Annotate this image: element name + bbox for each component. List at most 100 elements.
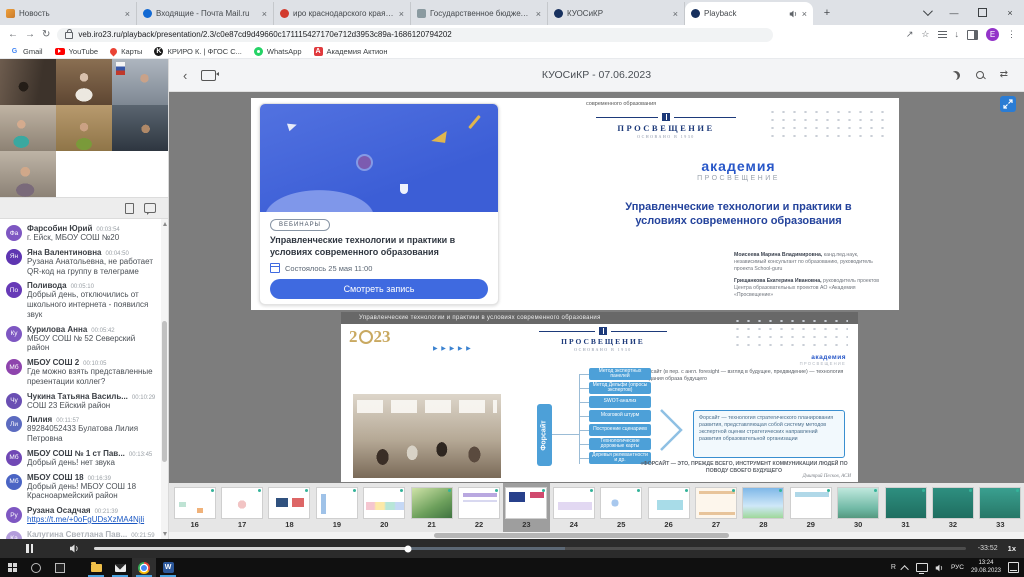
reading-list-icon[interactable] xyxy=(938,31,947,33)
scroll-down-icon[interactable] xyxy=(163,532,167,536)
browser-tab[interactable]: Государственное бюджетное о × xyxy=(411,2,548,25)
bookmark-gmail[interactable]: GGmail xyxy=(10,47,43,56)
chat-icon[interactable] xyxy=(144,203,156,213)
slide-thumbnail[interactable] xyxy=(221,487,263,519)
swap-layout-icon[interactable]: ⇄ xyxy=(1000,70,1008,80)
webcam-toggle-icon[interactable] xyxy=(201,70,216,81)
tray-expand-icon[interactable] xyxy=(900,565,908,573)
slide-thumbnail[interactable] xyxy=(837,487,879,519)
chat-scrollbar[interactable] xyxy=(161,219,168,539)
network-icon[interactable] xyxy=(916,563,928,572)
filmstrip-slot[interactable]: 33 xyxy=(977,483,1024,539)
seek-handle[interactable] xyxy=(404,545,411,552)
tray-volume-icon[interactable] xyxy=(935,564,944,572)
browser-tab-active[interactable]: Playback × xyxy=(685,2,813,25)
participant-video[interactable] xyxy=(56,59,112,105)
filmstrip-slot[interactable]: 24 xyxy=(550,483,597,539)
browser-tab[interactable]: Входящие - Почта Mail.ru × xyxy=(137,2,274,25)
participant-video[interactable] xyxy=(56,105,112,151)
filmstrip-scrollbar[interactable] xyxy=(169,532,1024,539)
tab-close-icon[interactable]: × xyxy=(802,9,807,19)
tab-close-icon[interactable]: × xyxy=(125,9,130,19)
slide-thumbnail[interactable] xyxy=(600,487,642,519)
participant-video[interactable] xyxy=(112,105,168,151)
slide-thumbnail[interactable] xyxy=(885,487,927,519)
cortana-button[interactable] xyxy=(24,558,48,577)
slide-thumbnail[interactable] xyxy=(174,487,216,519)
filmstrip-slot[interactable]: 22 xyxy=(455,483,502,539)
filmstrip-slot[interactable]: 21 xyxy=(408,483,455,539)
tab-close-icon[interactable]: × xyxy=(262,9,267,19)
filmstrip-slot[interactable]: 16 xyxy=(171,483,218,539)
filmstrip-slot[interactable]: 28 xyxy=(740,483,787,539)
slide-thumbnail[interactable] xyxy=(979,487,1021,519)
mail-app-button[interactable] xyxy=(108,558,132,577)
participant-video[interactable] xyxy=(0,105,56,151)
volume-icon[interactable] xyxy=(69,544,80,553)
back-chevron-icon[interactable]: ‹ xyxy=(183,69,187,82)
slide-thumbnail[interactable] xyxy=(316,487,358,519)
seek-bar[interactable] xyxy=(94,547,966,550)
pause-button[interactable] xyxy=(26,544,33,553)
file-explorer-button[interactable] xyxy=(84,558,108,577)
forward-icon[interactable]: → xyxy=(25,30,35,40)
filmstrip-slot[interactable]: 27 xyxy=(692,483,739,539)
address-bar[interactable]: veb.iro23.ru/playback/presentation/2.3/c… xyxy=(57,28,773,42)
slide-thumbnail[interactable] xyxy=(790,487,832,519)
tab-close-icon[interactable]: × xyxy=(399,9,404,19)
slide-thumbnail[interactable] xyxy=(695,487,737,519)
word-button[interactable]: W xyxy=(156,558,180,577)
filmstrip-slot[interactable]: 26 xyxy=(645,483,692,539)
bookmark-maps[interactable]: Карты xyxy=(110,47,142,56)
action-center-icon[interactable] xyxy=(1008,562,1019,573)
tab-close-icon[interactable]: × xyxy=(536,9,541,19)
chrome-button[interactable] xyxy=(132,558,156,577)
clock[interactable]: 13:2429.08.2023 xyxy=(971,560,1001,576)
tab-audio-icon[interactable] xyxy=(789,10,798,18)
minimize-button[interactable]: — xyxy=(940,0,968,25)
new-tab-button[interactable]: + xyxy=(817,3,837,23)
participant-video[interactable] xyxy=(0,59,56,105)
download-icon[interactable]: ↓ xyxy=(955,30,960,39)
restore-button[interactable] xyxy=(968,0,996,25)
participant-video[interactable] xyxy=(112,59,168,105)
bookmark-whatsapp[interactable]: WhatsApp xyxy=(254,47,302,56)
start-button[interactable] xyxy=(0,558,24,577)
filmstrip-slot-selected[interactable]: 23 xyxy=(503,483,550,539)
back-icon[interactable]: ← xyxy=(8,30,18,40)
search-icon[interactable] xyxy=(976,71,984,79)
notes-icon[interactable] xyxy=(125,203,134,214)
slide-thumbnail[interactable] xyxy=(648,487,690,519)
filmstrip-slot[interactable]: 25 xyxy=(598,483,645,539)
share-icon[interactable]: ↗ xyxy=(906,30,914,39)
tab-close-icon[interactable]: × xyxy=(673,9,678,19)
chat-link[interactable]: https://t.me/+0oFgUDsXzMA4Njli xyxy=(27,515,144,524)
tray-app-icon[interactable]: R xyxy=(891,564,896,571)
filmstrip-slot[interactable]: 29 xyxy=(787,483,834,539)
task-view-button[interactable] xyxy=(48,558,72,577)
slide-thumbnail[interactable] xyxy=(458,487,500,519)
bookmark-aktion[interactable]: AАкадемия Актион xyxy=(314,47,388,56)
filmstrip-slot[interactable]: 32 xyxy=(929,483,976,539)
slide-thumbnail[interactable] xyxy=(268,487,310,519)
filmstrip-slot[interactable]: 31 xyxy=(882,483,929,539)
profile-avatar[interactable]: E xyxy=(986,28,999,41)
slide-thumbnail[interactable] xyxy=(553,487,595,519)
bookmark-youtube[interactable]: YouTube xyxy=(55,47,98,56)
bookmark-star-icon[interactable]: ☆ xyxy=(921,30,929,39)
participant-video[interactable] xyxy=(0,151,56,197)
close-button[interactable]: × xyxy=(996,0,1024,25)
fullscreen-button[interactable] xyxy=(1000,96,1016,112)
scrollbar-thumb[interactable] xyxy=(162,321,167,462)
scroll-up-icon[interactable] xyxy=(163,222,167,226)
filmstrip-slot[interactable]: 18 xyxy=(266,483,313,539)
scrollbar-thumb[interactable] xyxy=(434,533,729,538)
bookmark-kriro[interactable]: KКРИРО К. | ФГОС С... xyxy=(154,47,241,56)
tab-search-icon[interactable] xyxy=(912,0,940,25)
slide-thumbnail-current[interactable] xyxy=(505,487,547,519)
filmstrip-slot[interactable]: 30 xyxy=(834,483,881,539)
filmstrip-slot[interactable]: 20 xyxy=(361,483,408,539)
browser-tab[interactable]: иро краснодарского края офиц × xyxy=(274,2,411,25)
side-panel-icon[interactable] xyxy=(967,30,978,40)
slide-thumbnail[interactable] xyxy=(742,487,784,519)
